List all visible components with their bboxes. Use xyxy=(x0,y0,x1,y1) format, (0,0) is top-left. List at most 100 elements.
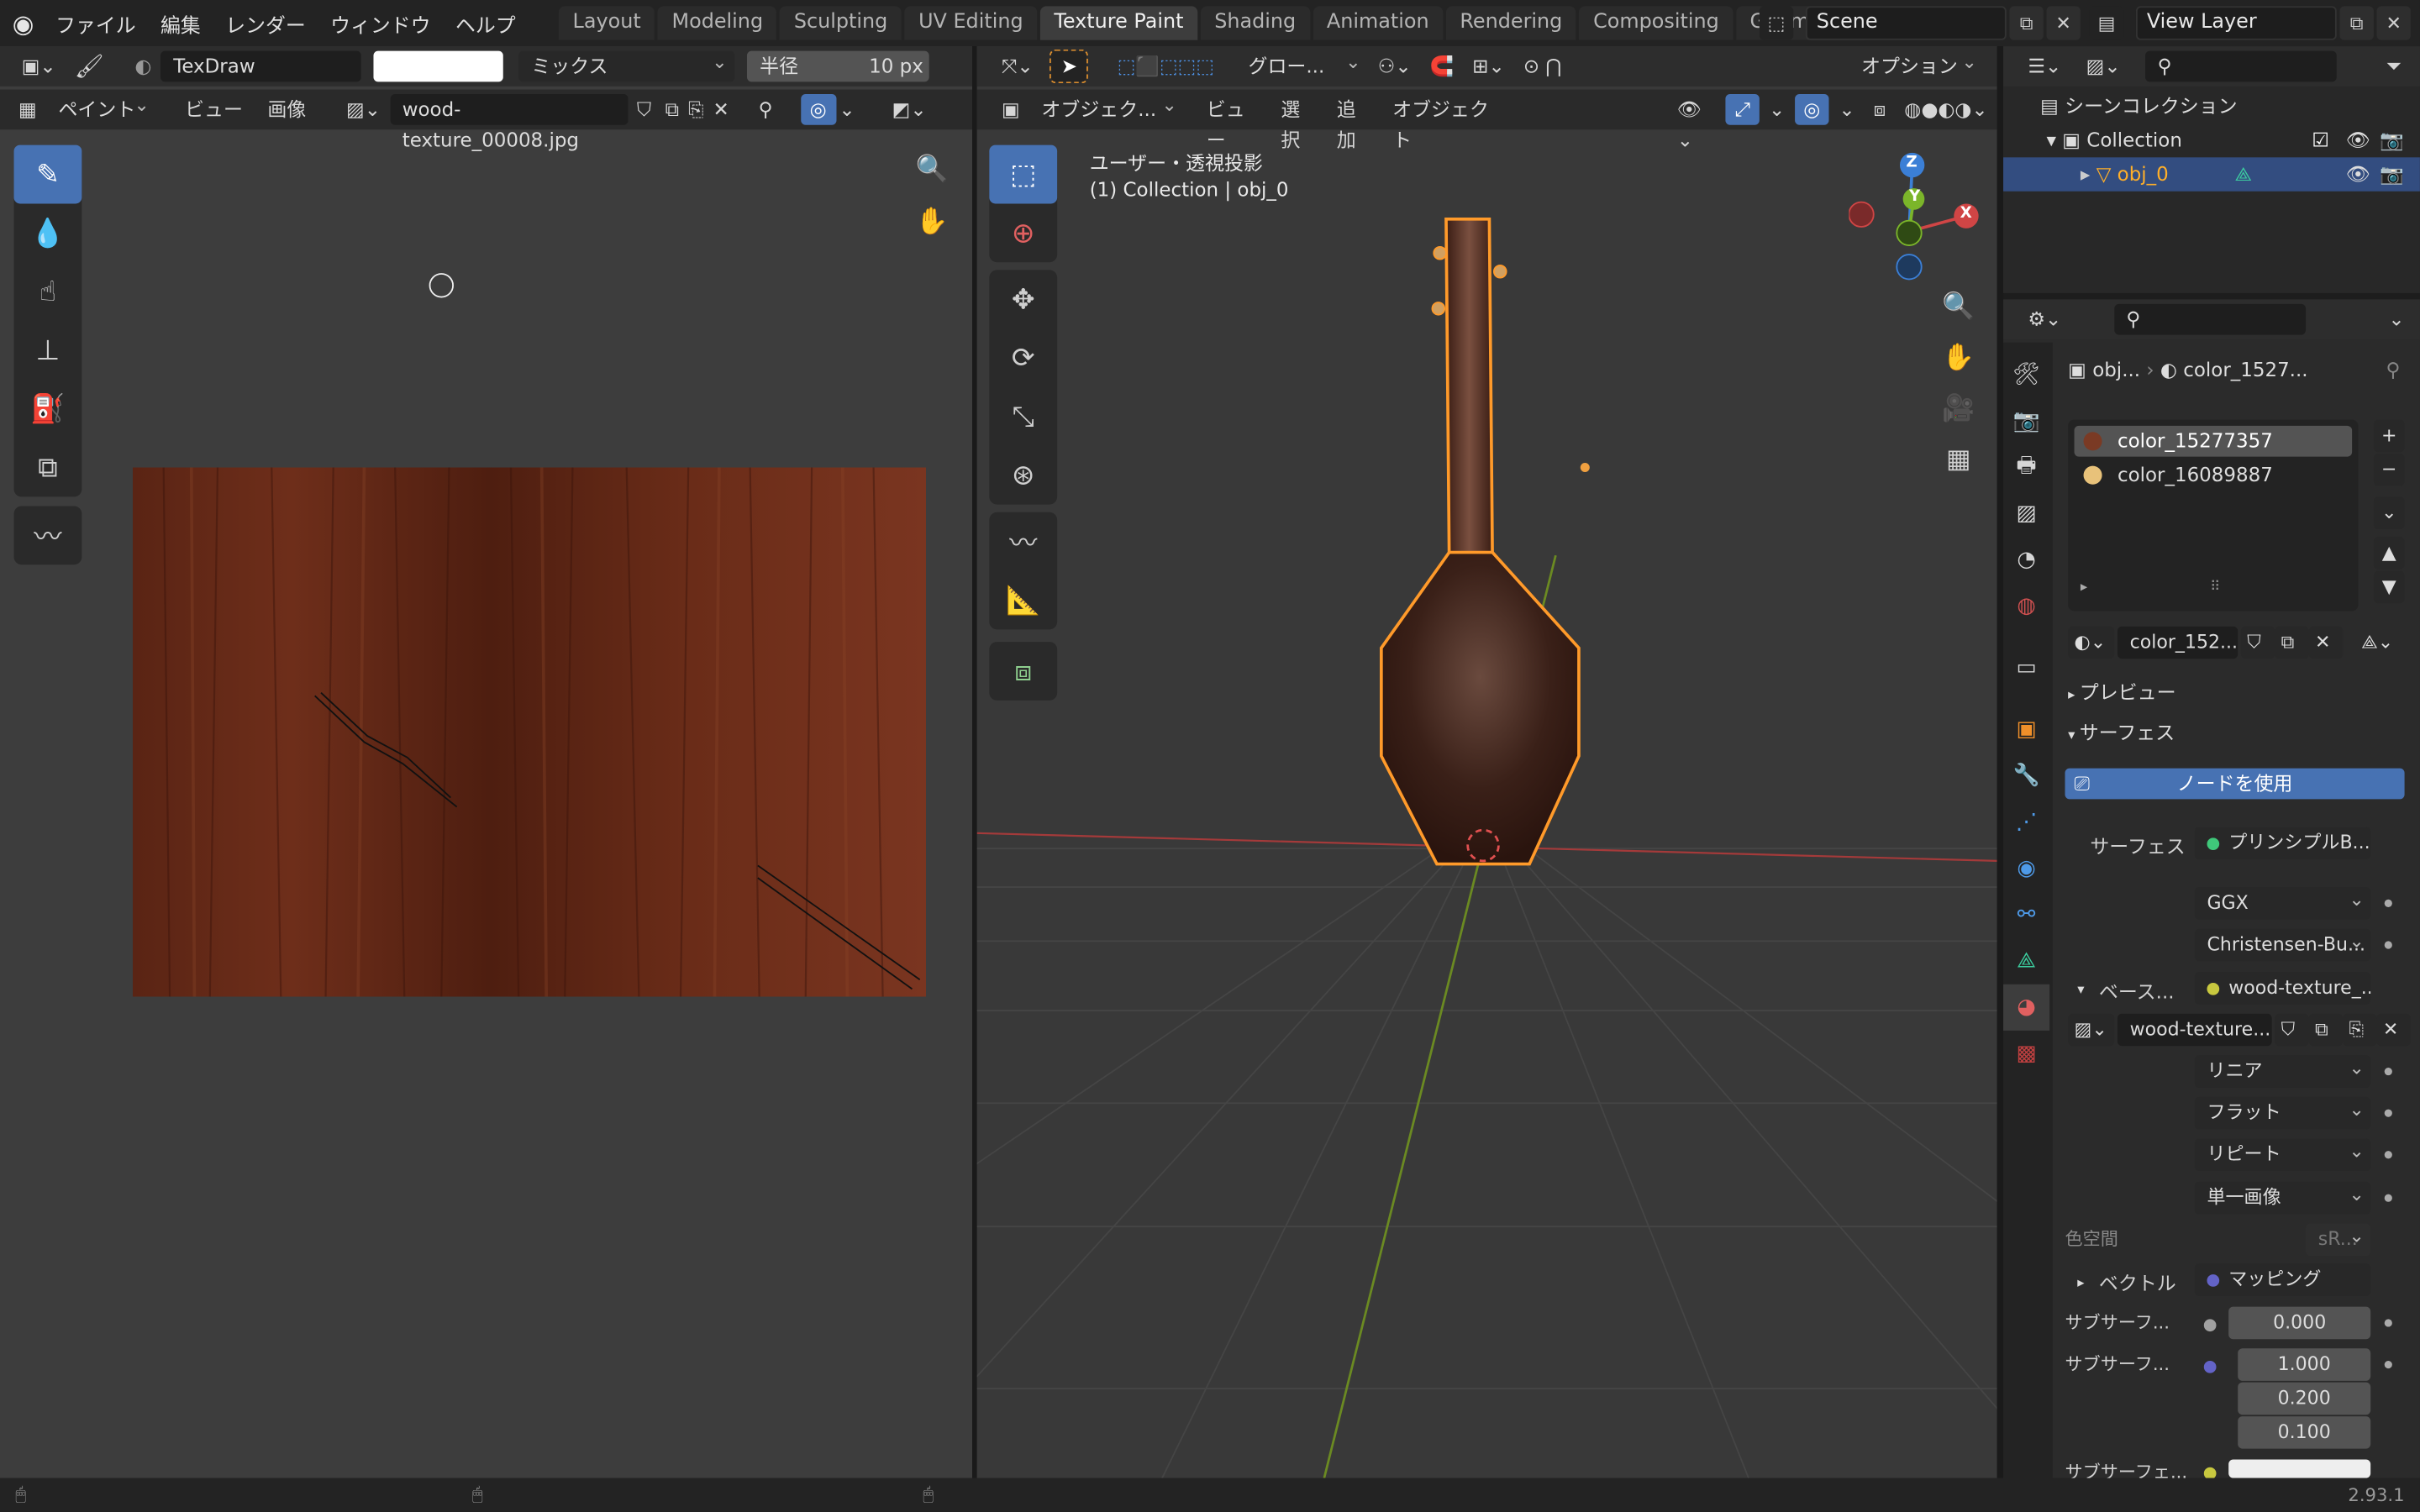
menu-help[interactable]: ヘルプ xyxy=(443,8,528,38)
fake-user-icon[interactable]: ⛉ xyxy=(628,94,660,125)
menu-object[interactable]: オブジェクト xyxy=(1383,94,1513,151)
overlay-dropdown-icon[interactable]: ⌄ xyxy=(836,94,859,125)
keyframe-dot[interactable] xyxy=(2384,1109,2392,1117)
brush-icon[interactable]: 🖌 xyxy=(66,51,113,82)
overlays-icon[interactable]: ◎ xyxy=(1794,94,1830,125)
draw-brush-tool-icon[interactable]: ✎ xyxy=(13,144,82,204)
menu-add[interactable]: 追加 xyxy=(1328,94,1383,151)
brush-color-swatch[interactable] xyxy=(373,50,504,82)
pivot-icon[interactable]: ⚇⌄ xyxy=(1369,51,1421,82)
snap-icon[interactable]: 🧲 xyxy=(1421,51,1464,82)
open-image-icon[interactable]: ⎘ xyxy=(684,94,708,125)
blend-mode-dropdown[interactable]: ミックス xyxy=(518,46,735,82)
image-name-field[interactable]: wood-texture_00008.jpg xyxy=(390,94,628,151)
tab-animation[interactable]: Animation xyxy=(1313,6,1444,40)
add-cube-tool-icon[interactable]: ⧈ xyxy=(989,642,1057,701)
base-color-row[interactable]: ▾ xyxy=(2077,970,2084,1004)
mask-tool-icon[interactable]: ⧉ xyxy=(14,438,82,497)
perspective-toggle-icon[interactable]: ▦ xyxy=(1937,438,1980,481)
move-up-icon[interactable]: ▲ xyxy=(2373,537,2405,570)
menu-image[interactable]: 画像 xyxy=(258,94,315,125)
subsurface-value-field[interactable]: 0.000 xyxy=(2228,1306,2371,1340)
constraints-tab-icon[interactable]: ⚯ xyxy=(2003,892,2049,938)
menu-edit[interactable]: 編集 xyxy=(148,8,213,38)
subsurface-radius-x[interactable]: 1.000 xyxy=(2238,1348,2371,1381)
image-unlink-icon[interactable]: ✕ xyxy=(2376,1013,2411,1047)
base-color-field[interactable]: wood-texture_... xyxy=(2194,972,2371,1005)
view-layer-field[interactable]: View Layer xyxy=(2135,6,2337,40)
world-tab-icon[interactable]: ◍ xyxy=(2003,583,2049,629)
gizmo-dropdown-icon[interactable]: ⌄ xyxy=(1760,94,1794,125)
add-slot-icon[interactable]: + xyxy=(2373,419,2405,453)
preview-panel-header[interactable]: ▸ プレビュー xyxy=(2068,675,2175,709)
light-origin[interactable] xyxy=(1580,463,1590,473)
material-name-field[interactable]: color_152... xyxy=(2117,626,2238,659)
keyframe-dot[interactable] xyxy=(2384,1360,2392,1369)
subsurface-radius-y[interactable]: 0.200 xyxy=(2238,1382,2371,1415)
paint-mode-icon[interactable]: ▦ xyxy=(9,94,46,125)
slot-specials-icon[interactable]: ⌄ xyxy=(2373,496,2405,529)
material-slot-1[interactable]: color_15277357 xyxy=(2074,425,2353,457)
viewport-pan-icon[interactable]: ✋ xyxy=(1937,336,1980,379)
properties-search-field[interactable]: ⚲ xyxy=(2113,303,2306,335)
delete-view-layer-icon[interactable]: ✕ xyxy=(2376,6,2411,40)
area-divider-right[interactable] xyxy=(1996,46,2004,1478)
unlink-image-icon[interactable]: ✕ xyxy=(708,94,734,125)
tab-texture-paint[interactable]: Texture Paint xyxy=(1039,6,1197,40)
texture-tab-icon[interactable]: ▩ xyxy=(2003,1031,2049,1077)
distribution-dropdown[interactable]: GGX xyxy=(2194,887,2371,920)
menu-window[interactable]: ウィンドウ xyxy=(318,8,443,38)
material-duplicate-icon[interactable]: ⧉ xyxy=(2275,626,2309,659)
projection-dropdown[interactable]: フラット xyxy=(2194,1096,2371,1130)
fill-tool-icon[interactable]: ⛽ xyxy=(14,380,82,438)
image-open-icon[interactable]: ⎘ xyxy=(2343,1013,2377,1047)
cursor-tool-icon[interactable]: ⊕ xyxy=(989,203,1057,262)
duplicate-image-icon[interactable]: ⧉ xyxy=(660,94,683,125)
keyframe-dot[interactable] xyxy=(2384,1067,2392,1076)
material-slot-2[interactable]: color_16089887 xyxy=(2075,459,2353,491)
properties-editor-icon[interactable]: ⚙⌄ xyxy=(2018,304,2070,335)
measure-tool-icon[interactable]: 📐 xyxy=(989,571,1057,630)
wood-texture-image[interactable] xyxy=(132,467,927,997)
pan-hand-icon[interactable]: ✋ xyxy=(911,201,954,244)
tab-sculpting[interactable]: Sculpting xyxy=(780,6,902,40)
menu-file[interactable]: ファイル xyxy=(43,8,148,38)
colorspace-dropdown[interactable]: sR... xyxy=(2306,1223,2371,1257)
overlay-icon[interactable]: ◎ xyxy=(800,94,836,125)
move-down-icon[interactable]: ▼ xyxy=(2373,570,2405,604)
object-mode-dropdown[interactable]: オブジェク... xyxy=(1029,90,1185,125)
scene-name-field[interactable]: Scene xyxy=(1805,6,2007,40)
pin-icon[interactable]: ⚲ xyxy=(750,94,782,125)
outliner-editor-icon[interactable]: ☰⌄ xyxy=(2018,51,2070,82)
object-row[interactable]: ▸ ▽ obj_0 ⟁ 👁 📷 xyxy=(2003,157,2420,192)
view-layer-tab-icon[interactable]: ▨ xyxy=(2003,491,2049,537)
vector-field[interactable]: マッピング xyxy=(2194,1263,2371,1296)
annotate-tool-icon[interactable]: 〰 xyxy=(14,506,82,564)
collection-checkbox-icon[interactable]: ☑ xyxy=(2312,123,2329,157)
collection-render-icon[interactable]: 📷 xyxy=(2380,123,2404,157)
tool-settings-icon[interactable]: ⤧⌄ xyxy=(992,51,1043,82)
3d-viewport[interactable]: ⤧⌄ ➤ ⬚⬛⬚⬚⬚ グロー... ⚇⌄ 🧲 ⊞⌄ ⊙ ⋂ オプション ▣ オブ… xyxy=(976,46,1997,1478)
interpolation-dropdown[interactable]: リニア xyxy=(2194,1055,2371,1088)
remove-slot-icon[interactable]: − xyxy=(2373,453,2405,486)
scene-tab-icon[interactable]: ◔ xyxy=(2003,537,2049,583)
render-tab-icon[interactable]: 📷 xyxy=(2003,398,2049,444)
tab-uv-editing[interactable]: UV Editing xyxy=(904,6,1038,40)
viewport-zoom-icon[interactable]: 🔍 xyxy=(1937,286,1980,328)
menu-view[interactable]: ビュー xyxy=(1197,94,1272,151)
subsurface-radius-z[interactable]: 0.100 xyxy=(2238,1416,2371,1449)
list-expand-icon[interactable]: ▸ xyxy=(2081,580,2087,596)
scene-selector-icon[interactable]: ⬚ xyxy=(1759,6,1794,40)
zoom-icon[interactable]: 🔍 xyxy=(911,148,954,191)
editor-type-icon[interactable]: ▣⌄ xyxy=(13,51,66,82)
material-link-icon[interactable]: ⟁⌄ xyxy=(2355,627,2407,659)
transform-orientation-dropdown[interactable]: グロー... xyxy=(1236,46,1369,82)
keyframe-dot[interactable] xyxy=(2384,941,2392,949)
mesh-data-icon[interactable]: ⟁ xyxy=(2235,157,2252,191)
image-browse-icon[interactable]: ▨⌄ xyxy=(337,94,390,125)
object-render-icon[interactable]: 📷 xyxy=(2380,157,2404,191)
use-nodes-button[interactable]: ⎚ ノードを使用 xyxy=(2065,768,2405,800)
extension-dropdown[interactable]: リピート xyxy=(2194,1138,2371,1172)
object-visibility-icon[interactable]: 👁 xyxy=(2346,157,2370,191)
vector-row[interactable]: ▸ xyxy=(2077,1263,2084,1297)
